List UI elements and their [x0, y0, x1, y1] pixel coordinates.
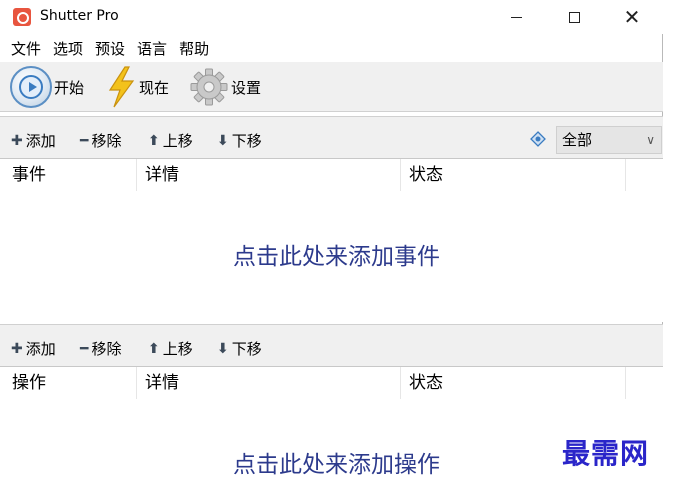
events-move-down-label: 下移: [231, 132, 262, 150]
settings-button[interactable]: 设置: [189, 66, 261, 108]
actions-col-action[interactable]: 操作: [0, 367, 137, 399]
events-col-status[interactable]: 状态: [401, 159, 626, 191]
events-move-down-button[interactable]: ⬇ 下移: [217, 130, 262, 151]
title-bar: Shutter Pro ✕: [0, 0, 663, 34]
menu-options[interactable]: 选项: [47, 36, 89, 62]
minimize-button[interactable]: [487, 0, 545, 34]
minus-icon: ━: [80, 132, 89, 149]
menu-bar: 文件 选项 预设 语言 帮助: [0, 36, 215, 62]
start-button[interactable]: 开始: [10, 66, 84, 108]
maximize-button[interactable]: [545, 0, 603, 34]
events-empty-message[interactable]: 点击此处来添加事件: [0, 237, 673, 271]
plus-icon: ✚: [11, 132, 23, 149]
events-add-label: 添加: [25, 132, 56, 150]
actions-add-button[interactable]: ✚ 添加: [11, 338, 56, 359]
filter-diamond-icon: [530, 131, 546, 147]
events-filter-select[interactable]: 全部 ∨: [556, 126, 662, 154]
events-add-button[interactable]: ✚ 添加: [11, 130, 56, 151]
actions-remove-label: 移除: [91, 340, 122, 358]
events-toolbar: ✚ 添加 ━ 移除 ⬆ 上移 ⬇ 下移 全部 ∨: [0, 116, 663, 160]
arrow-down-icon: ⬇: [217, 132, 229, 149]
background-gutter: [663, 0, 674, 482]
events-list-header: 事件 详情 状态: [0, 159, 663, 191]
events-col-event[interactable]: 事件: [0, 159, 137, 191]
events-col-details[interactable]: 详情: [137, 159, 401, 191]
lightning-bolt-icon: [108, 66, 135, 108]
actions-col-details[interactable]: 详情: [137, 367, 401, 399]
menu-presets[interactable]: 预设: [89, 36, 131, 62]
now-button[interactable]: 现在: [105, 66, 169, 108]
events-list[interactable]: 事件 详情 状态 点击此处来添加事件: [0, 158, 663, 322]
actions-toolbar: ✚ 添加 ━ 移除 ⬆ 上移 ⬇ 下移: [0, 324, 663, 366]
menu-file[interactable]: 文件: [0, 36, 47, 62]
watermark-text: 最需网: [562, 437, 650, 470]
menu-help[interactable]: 帮助: [173, 36, 215, 62]
settings-label: 设置: [231, 78, 262, 97]
actions-col-status[interactable]: 状态: [401, 367, 626, 399]
actions-list-header: 操作 详情 状态: [0, 367, 663, 399]
close-button[interactable]: ✕: [603, 0, 661, 34]
arrow-up-icon: ⬆: [148, 132, 160, 149]
close-icon: ✕: [623, 5, 641, 29]
chevron-down-icon: ∨: [646, 133, 655, 147]
actions-move-down-button[interactable]: ⬇ 下移: [217, 338, 262, 359]
events-filter-value: 全部: [562, 131, 593, 149]
minimize-icon: [510, 16, 522, 18]
events-move-up-button[interactable]: ⬆ 上移: [148, 130, 193, 151]
window-title: Shutter Pro: [40, 8, 119, 24]
events-move-up-label: 上移: [162, 132, 193, 150]
gear-icon: [190, 68, 228, 106]
actions-move-up-label: 上移: [162, 340, 193, 358]
actions-add-label: 添加: [25, 340, 56, 358]
play-circle-icon: [10, 66, 52, 108]
menu-language[interactable]: 语言: [131, 36, 173, 62]
events-col-filler: [626, 159, 663, 191]
start-label: 开始: [54, 78, 85, 97]
arrow-down-icon: ⬇: [217, 340, 229, 357]
events-remove-button[interactable]: ━ 移除: [80, 130, 121, 151]
now-label: 现在: [139, 78, 170, 97]
arrow-up-icon: ⬆: [148, 340, 160, 357]
main-toolbar: 开始 现在 设置: [0, 62, 663, 112]
minus-icon: ━: [80, 340, 89, 357]
events-remove-label: 移除: [91, 132, 122, 150]
plus-icon: ✚: [11, 340, 23, 357]
app-logo-icon: [13, 8, 31, 26]
actions-col-filler: [626, 367, 663, 399]
app-window: Shutter Pro ✕ 文件 选项 预设 语言 帮助 开始 现在 设置 ✚ …: [0, 0, 663, 482]
actions-remove-button[interactable]: ━ 移除: [80, 338, 121, 359]
actions-move-down-label: 下移: [231, 340, 262, 358]
actions-move-up-button[interactable]: ⬆ 上移: [148, 338, 193, 359]
maximize-icon: [568, 11, 580, 23]
